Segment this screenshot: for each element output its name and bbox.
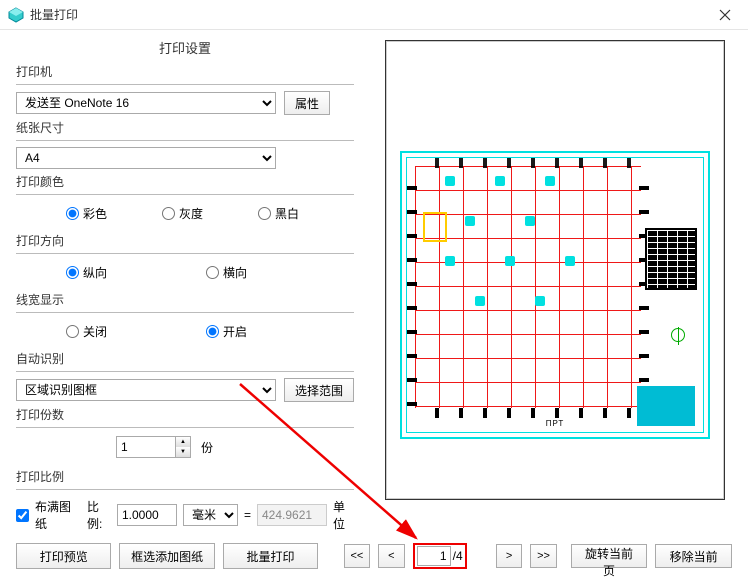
- lineweight-group: 线宽显示 关闭 开启: [16, 291, 354, 346]
- orientation-radio-landscape[interactable]: 横向: [206, 264, 346, 281]
- orientation-group: 打印方向 纵向 横向: [16, 232, 354, 287]
- autodetect-label: 自动识别: [16, 350, 354, 367]
- orientation-label: 打印方向: [16, 232, 354, 249]
- printer-group: 打印机 发送至 OneNote 16 属性: [16, 63, 354, 115]
- floor-plan-grid: [415, 166, 641, 408]
- paper-label: 纸张尺寸: [16, 119, 354, 136]
- app-icon: [8, 7, 24, 23]
- preview-page: ПРТ: [385, 40, 725, 500]
- autodetect-select[interactable]: 区域识别图框: [16, 379, 276, 401]
- orientation-radio-portrait[interactable]: 纵向: [66, 264, 206, 281]
- scale-group: 打印比例 布满图纸 比例: 毫米 = 单位: [16, 468, 354, 532]
- page-input[interactable]: [417, 546, 451, 566]
- equals-label: =: [244, 508, 251, 522]
- close-button[interactable]: [710, 0, 740, 30]
- copies-unit: 份: [201, 439, 213, 456]
- printer-label: 打印机: [16, 63, 354, 80]
- drawing-border: ПРТ: [400, 151, 710, 439]
- add-frame-button[interactable]: 框选添加图纸: [119, 543, 214, 569]
- autodetect-group: 自动识别 区域识别图框 选择范围: [16, 350, 354, 402]
- remove-page-button[interactable]: 移除当前: [655, 544, 732, 568]
- copies-up[interactable]: ▲: [176, 437, 190, 447]
- drawing-caption: ПРТ: [546, 419, 565, 428]
- bottom-toolbar: 打印预览 框选添加图纸 批量打印 << < /4 > >> 旋转当前页 移除当前: [0, 531, 748, 581]
- unit-suffix: 单位: [333, 498, 354, 532]
- nav-first-button[interactable]: <<: [344, 544, 370, 568]
- fit-checkbox[interactable]: [16, 509, 29, 522]
- copies-label: 打印份数: [16, 406, 354, 423]
- paper-group: 纸张尺寸 A4: [16, 119, 354, 169]
- rotate-page-button[interactable]: 旋转当前页: [571, 544, 648, 568]
- color-radio-bw[interactable]: 黑白: [258, 205, 354, 222]
- titlebar: 批量打印: [0, 0, 748, 30]
- select-range-button[interactable]: 选择范围: [284, 378, 354, 402]
- color-group: 打印颜色 彩色 灰度 黑白: [16, 173, 354, 228]
- lineweight-label: 线宽显示: [16, 291, 354, 308]
- color-radio-gray[interactable]: 灰度: [162, 205, 258, 222]
- print-preview-button[interactable]: 打印预览: [16, 543, 111, 569]
- nav-next-button[interactable]: >: [496, 544, 522, 568]
- ratio-label: 比例:: [87, 498, 111, 532]
- nav-last-button[interactable]: >>: [530, 544, 556, 568]
- lineweight-radio-on[interactable]: 开启: [206, 323, 346, 340]
- title-block: [637, 386, 695, 426]
- window-title: 批量打印: [30, 6, 710, 23]
- settings-heading: 打印设置: [16, 38, 354, 57]
- unit-select[interactable]: 毫米: [183, 504, 238, 526]
- content-area: 打印设置 打印机 发送至 OneNote 16 属性 纸张尺寸 A4: [0, 30, 748, 525]
- nav-prev-button[interactable]: <: [378, 544, 404, 568]
- printer-select[interactable]: 发送至 OneNote 16: [16, 92, 276, 114]
- fit-label: 布满图纸: [35, 498, 77, 532]
- batch-print-button[interactable]: 批量打印: [223, 543, 318, 569]
- printer-properties-button[interactable]: 属性: [284, 91, 330, 115]
- color-radio-color[interactable]: 彩色: [66, 205, 162, 222]
- copies-spinner[interactable]: ▲ ▼: [116, 436, 191, 458]
- ratio-input[interactable]: [117, 504, 177, 526]
- page-total: /4: [453, 549, 463, 563]
- lineweight-radio-off[interactable]: 关闭: [66, 323, 206, 340]
- schedule-table: [645, 228, 697, 290]
- settings-panel: 打印设置 打印机 发送至 OneNote 16 属性 纸张尺寸 A4: [0, 30, 370, 525]
- scale-label: 打印比例: [16, 468, 354, 485]
- page-indicator: /4: [413, 543, 467, 569]
- preview-panel: ПРТ: [370, 30, 748, 525]
- north-arrow-icon: [671, 328, 685, 342]
- scale-output: [257, 504, 327, 526]
- color-label: 打印颜色: [16, 173, 354, 190]
- copies-down[interactable]: ▼: [176, 447, 190, 457]
- copies-group: 打印份数 ▲ ▼ 份: [16, 406, 354, 464]
- copies-input[interactable]: [116, 436, 176, 458]
- paper-select[interactable]: A4: [16, 147, 276, 169]
